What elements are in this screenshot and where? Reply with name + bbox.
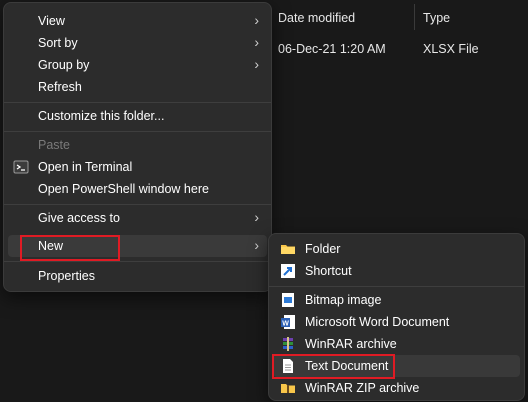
highlight-box-new <box>20 235 120 261</box>
terminal-icon <box>13 160 29 174</box>
column-divider[interactable] <box>414 4 415 30</box>
column-header-date-modified[interactable]: Date modified <box>278 11 355 25</box>
menu-separator <box>4 131 271 132</box>
svg-text:W: W <box>282 321 289 328</box>
menu-item-label: Customize this folder... <box>38 109 165 123</box>
menu-item-label: Bitmap image <box>305 293 382 307</box>
menu-item-label: Properties <box>38 269 95 283</box>
winrar-archive-icon <box>283 337 293 351</box>
submenu-item-folder[interactable]: Folder <box>273 238 520 260</box>
winrar-zip-icon <box>281 384 295 393</box>
submenu-item-winrar-archive[interactable]: WinRAR archive <box>273 333 520 355</box>
chevron-right-icon: › <box>254 56 259 72</box>
menu-separator <box>4 204 271 205</box>
menu-item-label: Microsoft Word Document <box>305 315 450 329</box>
menu-item-paste[interactable]: Paste <box>8 134 267 156</box>
shortcut-icon <box>281 264 295 278</box>
menu-item-label: Sort by <box>38 36 78 50</box>
column-header-type[interactable]: Type <box>423 11 450 25</box>
menu-item-customize-folder[interactable]: Customize this folder... <box>8 105 267 127</box>
highlight-box-text-document <box>272 354 395 379</box>
menu-item-label: Refresh <box>38 80 82 94</box>
chevron-right-icon: › <box>254 237 259 253</box>
menu-item-label: Shortcut <box>305 264 352 278</box>
menu-item-give-access[interactable]: Give access to › <box>8 207 267 229</box>
chevron-right-icon: › <box>254 12 259 28</box>
folder-icon <box>281 245 295 254</box>
submenu-item-bitmap[interactable]: Bitmap image <box>273 289 520 311</box>
menu-item-label: Paste <box>38 138 70 152</box>
menu-item-properties[interactable]: Properties <box>8 265 267 287</box>
menu-item-refresh[interactable]: Refresh <box>8 76 267 98</box>
menu-item-label: Folder <box>305 242 341 256</box>
menu-item-label: Give access to <box>38 211 120 225</box>
submenu-item-shortcut[interactable]: Shortcut <box>273 260 520 282</box>
menu-item-label: WinRAR archive <box>305 337 397 351</box>
menu-separator <box>269 286 524 287</box>
menu-item-open-powershell[interactable]: Open PowerShell window here <box>8 178 267 200</box>
menu-item-group-by[interactable]: Group by › <box>8 54 267 76</box>
menu-item-view[interactable]: View › <box>8 10 267 32</box>
menu-item-label: Open in Terminal <box>38 160 133 174</box>
bitmap-image-icon <box>282 293 294 307</box>
submenu-item-word-document[interactable]: W Microsoft Word Document <box>273 311 520 333</box>
file-row-type[interactable]: XLSX File <box>423 42 479 56</box>
menu-item-sort-by[interactable]: Sort by › <box>8 32 267 54</box>
menu-item-open-in-terminal[interactable]: Open in Terminal <box>8 156 267 178</box>
submenu-item-winrar-zip[interactable]: WinRAR ZIP archive <box>273 377 520 399</box>
file-row-date[interactable]: 06-Dec-21 1:20 AM <box>278 42 386 56</box>
menu-item-label: Group by <box>38 58 90 72</box>
menu-separator <box>4 102 271 103</box>
menu-separator <box>4 261 271 262</box>
menu-item-label: View <box>38 14 65 28</box>
chevron-right-icon: › <box>254 209 259 225</box>
menu-item-label: WinRAR ZIP archive <box>305 381 420 395</box>
chevron-right-icon: › <box>254 34 259 50</box>
menu-item-label: Open PowerShell window here <box>38 182 209 196</box>
word-document-icon: W <box>281 315 295 329</box>
